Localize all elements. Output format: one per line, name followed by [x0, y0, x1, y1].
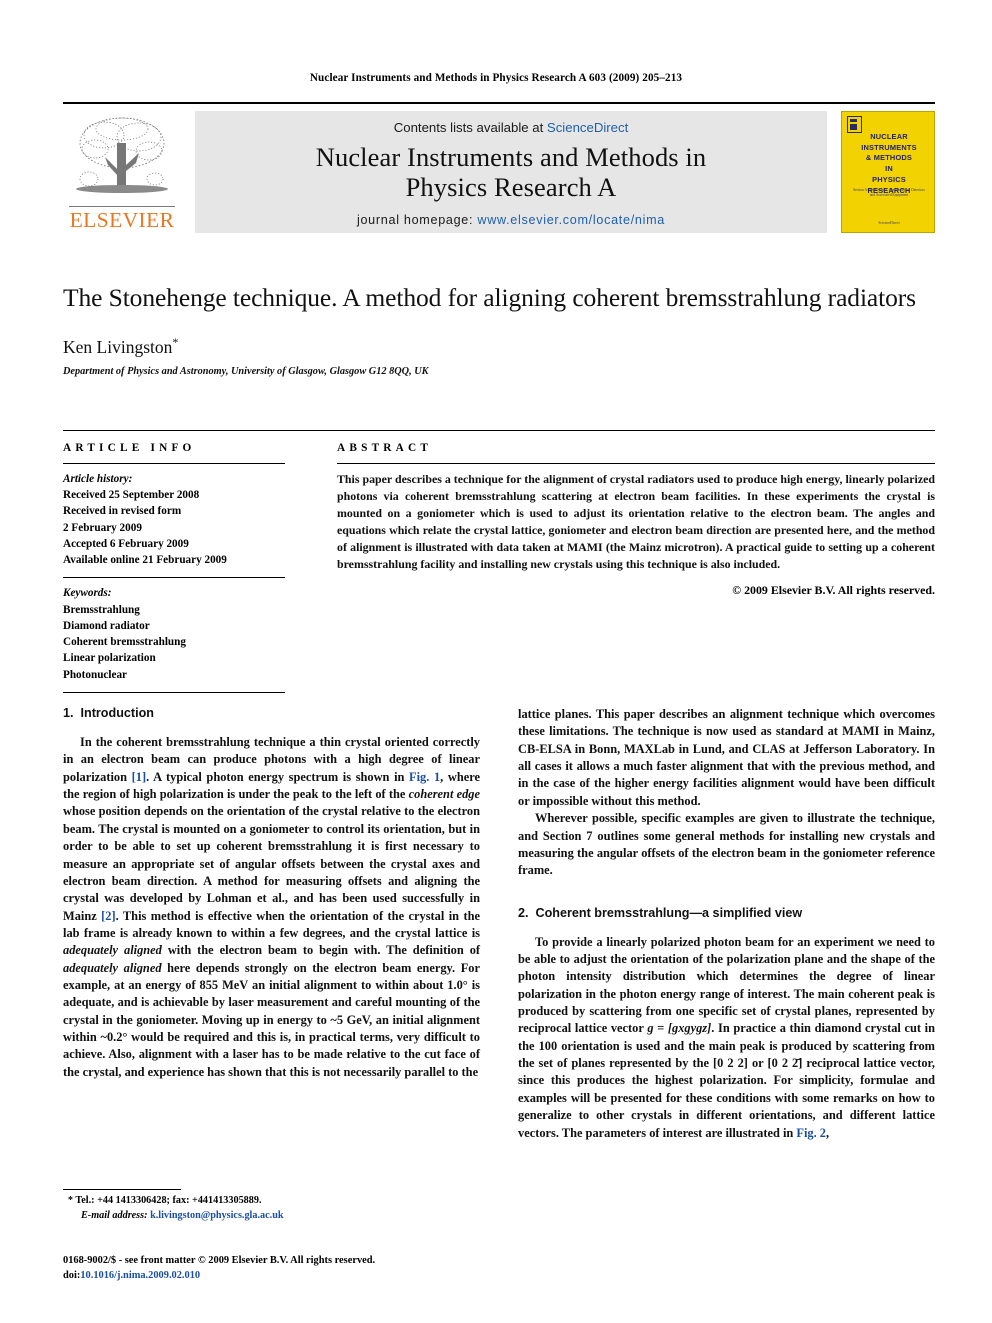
text-run: . This method is effective when the orie…: [63, 908, 480, 940]
footnote-marker: *: [68, 1195, 73, 1206]
emphasis-run: adequately aligned: [63, 943, 162, 958]
cover-title: NUCLEAR INSTRUMENTS & METHODS IN PHYSICS…: [842, 132, 934, 196]
keywords-block: Keywords: Bremsstrahlung Diamond radiato…: [63, 585, 285, 682]
divider: [337, 463, 935, 464]
text-run: . In practice a thin diamond crystal cut…: [518, 1021, 935, 1140]
section-title: Coherent bremsstrahlung—a simplified vie…: [535, 905, 803, 920]
contents-lists-line: Contents lists available at ScienceDirec…: [394, 120, 629, 135]
emphasis-run: coherent edge: [408, 787, 481, 802]
journal-title: Nuclear Instruments and Methods in Physi…: [315, 142, 707, 203]
history-item: Accepted 6 February 2009: [63, 537, 189, 550]
text-run: with the electron beam to begin with. Th…: [161, 943, 481, 958]
homepage-link[interactable]: www.elsevier.com/locate/nima: [477, 213, 665, 227]
elsevier-logo[interactable]: ELSEVIER: [63, 111, 181, 233]
page-title: The Stonehenge technique. A method for a…: [63, 283, 916, 312]
doi-line: doi:10.1016/j.nima.2009.02.010: [63, 1269, 523, 1284]
citation-2[interactable]: [2]: [101, 909, 115, 923]
body-column-right: lattice planes. This paper describes an …: [518, 706, 935, 1206]
abstract-column: ABSTRACT This paper describes a techniqu…: [303, 442, 935, 700]
keyword-item: Bremsstrahlung: [63, 603, 140, 616]
lattice-vector-expression: g = [gxgygz]: [647, 1021, 712, 1036]
cover-title-line: PHYSICS: [872, 174, 906, 184]
email-link[interactable]: k.livingston@physics.gla.ac.uk: [150, 1210, 283, 1221]
author-name: Ken Livingston: [63, 336, 173, 357]
elsevier-wordmark: ELSEVIER: [69, 207, 175, 232]
cover-title-line: & METHODS: [865, 153, 913, 163]
email-label: E-mail address:: [81, 1209, 151, 1221]
keyword-item: Photonuclear: [63, 668, 128, 681]
cover-subtitle: Section A: Accelerators, Spectrometers, …: [853, 188, 925, 198]
copyright-line: © 2009 Elsevier B.V. All rights reserved…: [732, 583, 935, 598]
keyword-item: Linear polarization: [63, 652, 156, 665]
keywords-label: Keywords:: [63, 587, 112, 600]
paragraph-intro-3: Wherever possible, specific examples are…: [518, 811, 935, 878]
body-columns: 1. Introduction In the coherent bremsstra…: [63, 706, 935, 1206]
paragraph-intro-1: In the coherent bremsstrahlung technique…: [63, 734, 480, 1081]
affiliation: Department of Physics and Astronomy, Uni…: [63, 366, 429, 378]
journal-title-line-2: Physics Research A: [405, 171, 617, 202]
footnote-block: * Tel.: +44 1413306428; fax: +4414133058…: [63, 1189, 480, 1224]
history-item: Received in revised form: [63, 505, 182, 518]
text-run: here depends strongly on the electron be…: [63, 960, 480, 1079]
paper-page: Nuclear Instruments and Methods in Physi…: [0, 0, 992, 1323]
citation-1[interactable]: [1]: [132, 770, 146, 784]
elsevier-badge-icon: [847, 116, 862, 133]
doi-link[interactable]: 10.1016/j.nima.2009.02.010: [80, 1270, 200, 1281]
footnote-telephone-text: Tel.: +44 1413306428; fax: +441413305889…: [75, 1195, 262, 1206]
journal-panel: Contents lists available at ScienceDirec…: [195, 111, 827, 233]
divider: [63, 577, 285, 579]
imprint-line: 0168-9002/$ - see front matter © 2009 El…: [63, 1255, 376, 1266]
cover-footer: ScienceDirect: [878, 221, 900, 225]
paragraph-cb-1: To provide a linearly polarized photon b…: [518, 934, 935, 1142]
history-item: Received 25 September 2008: [63, 489, 200, 502]
running-head: Nuclear Instruments and Methods in Physi…: [309, 72, 683, 84]
section-heading-introduction: 1. Introduction: [63, 706, 480, 720]
section-number: 2.: [518, 905, 529, 920]
keyword-item: Diamond radiator: [63, 619, 150, 632]
emphasis-run: adequately aligned: [63, 960, 162, 975]
sciencedirect-link[interactable]: ScienceDirect: [547, 120, 628, 135]
author-list: Ken Livingston*: [63, 335, 935, 358]
figure-link-1[interactable]: Fig. 1: [409, 770, 440, 784]
cover-title-line: INSTRUMENTS: [861, 142, 917, 152]
keyword-item: Coherent bremsstrahlung: [63, 636, 186, 649]
abstract-heading: ABSTRACT: [337, 442, 433, 454]
cover-title-line: IN: [885, 164, 893, 174]
footnote-email: E-mail address: k.livingston@physics.gla…: [63, 1209, 480, 1224]
title-block: The Stonehenge technique. A method for a…: [63, 282, 935, 377]
elsevier-tree-icon: [76, 117, 168, 193]
history-item: Available online 21 February 2009: [63, 554, 227, 567]
article-info-column: ARTICLE INFO Article history: Received 2…: [63, 442, 303, 700]
paragraph-intro-2: lattice planes. This paper describes an …: [518, 707, 935, 808]
divider: [63, 691, 285, 693]
abstract-text: This paper describes a technique for the…: [337, 472, 935, 571]
homepage-label: journal homepage:: [356, 212, 478, 227]
journal-cover-thumbnail[interactable]: NUCLEAR INSTRUMENTS & METHODS IN PHYSICS…: [841, 111, 935, 233]
imprint-block: 0168-9002/$ - see front matter © 2009 El…: [63, 1254, 523, 1284]
corresponding-author-marker[interactable]: *: [172, 335, 178, 349]
body-column-left: 1. Introduction In the coherent bremsstra…: [63, 706, 480, 1206]
footnote-divider: [63, 1189, 181, 1190]
text-run: ,: [826, 1125, 830, 1140]
text-run: . A typical photon energy spectrum is sh…: [146, 769, 410, 784]
doi-label: doi:: [63, 1269, 81, 1281]
divider: [63, 463, 285, 464]
contents-prefix: Contents lists available at: [393, 120, 547, 135]
figure-link-2[interactable]: Fig. 2: [796, 1126, 826, 1140]
journal-masthead: ELSEVIER Contents lists available at Sci…: [63, 102, 935, 233]
text-run: whose position depends on the orientatio…: [63, 804, 480, 923]
info-abstract-band: ARTICLE INFO Article history: Received 2…: [63, 430, 935, 700]
journal-homepage-line: journal homepage: www.elsevier.com/locat…: [357, 213, 665, 227]
section-title: Introduction: [80, 706, 154, 720]
article-info-heading: ARTICLE INFO: [63, 442, 196, 454]
history-label: Article history:: [63, 473, 133, 485]
article-history-block: Article history: Received 25 September 2…: [63, 471, 285, 568]
section-number: 1.: [63, 706, 74, 720]
logo-divider: [69, 206, 175, 207]
footnote-telephone: * Tel.: +44 1413306428; fax: +4414133058…: [63, 1194, 480, 1209]
history-item: 2 February 2009: [63, 521, 142, 534]
journal-title-line-1: Nuclear Instruments and Methods in: [315, 142, 707, 172]
section-heading-coherent-bremsstrahlung: 2. Coherent bremsstrahlung—a simplified v…: [518, 906, 935, 920]
cover-title-line: NUCLEAR: [870, 132, 908, 141]
